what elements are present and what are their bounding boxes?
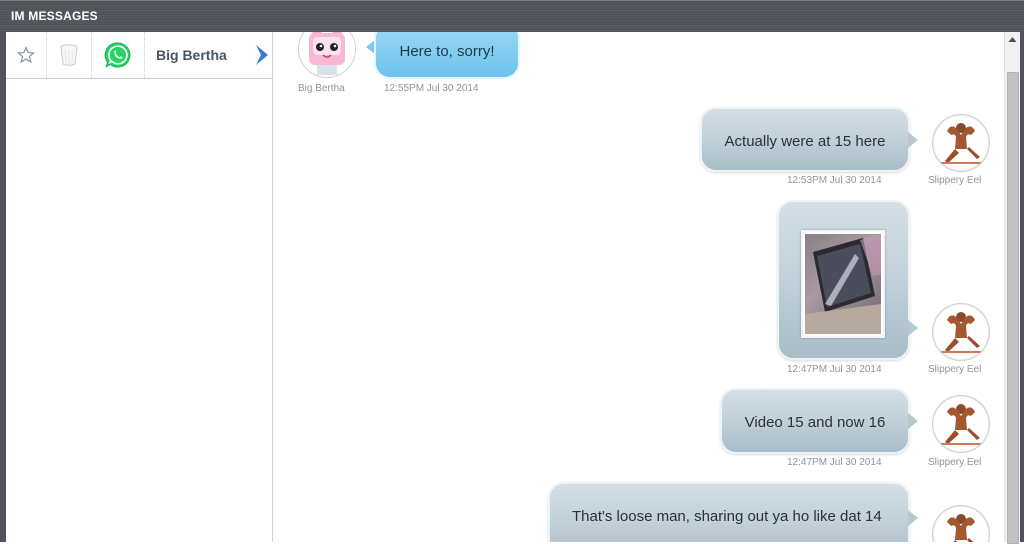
message-text: Actually were at 15 here <box>724 133 886 150</box>
message-text: Here to, sorry! <box>399 43 495 60</box>
message-bubble-outgoing[interactable]: That's loose man, sharing out ya ho like… <box>548 482 910 542</box>
message-timestamp: 12:55PM Jul 30 2014 <box>384 83 479 94</box>
chat-thread[interactable]: Big Bertha Here to, sorry! 12:55PM Jul 3… <box>273 32 1004 542</box>
contact-name[interactable]: Big Bertha <box>156 47 227 63</box>
bodybuilder-avatar-icon <box>947 514 975 542</box>
chat-scrollbar[interactable] <box>1004 32 1020 544</box>
message-timestamp: 12:53PM Jul 30 2014 <box>787 175 882 186</box>
message-bubble-outgoing[interactable]: Video 15 and now 16 <box>720 388 910 454</box>
unikitty-avatar-icon <box>299 32 355 77</box>
contact-sidebar: Big Bertha <box>6 32 273 542</box>
contact-row[interactable]: Big Bertha <box>6 32 272 79</box>
avatar-slippery-eel <box>932 505 990 542</box>
bodybuilder-avatar-icon <box>941 123 981 164</box>
window-title: IM MESSAGES <box>11 9 98 23</box>
message-sender: Slippery Eel <box>928 457 982 468</box>
bubble-tail <box>908 320 918 336</box>
star-icon[interactable] <box>17 46 35 64</box>
scroll-up-arrow-icon[interactable] <box>1005 32 1020 47</box>
bodybuilder-avatar-icon <box>941 404 981 445</box>
avatar-slippery-eel <box>932 303 990 361</box>
avatar-big-bertha <box>298 32 356 78</box>
delete-cell[interactable] <box>47 32 92 78</box>
chevron-right-icon[interactable] <box>252 44 270 66</box>
message-sender: Slippery Eel <box>928 175 982 186</box>
trash-icon[interactable] <box>59 43 79 67</box>
window-title-bar: IM MESSAGES <box>0 0 1024 32</box>
whatsapp-cell[interactable] <box>92 32 145 78</box>
message-sender: Slippery Eel <box>928 364 982 375</box>
message-text: That's loose man, sharing out ya ho like… <box>572 508 882 525</box>
message-timestamp: 12:47PM Jul 30 2014 <box>787 364 882 375</box>
phone-photo-image <box>805 234 881 334</box>
scrollbar-thumb[interactable] <box>1007 72 1019 544</box>
message-bubble-photo[interactable] <box>777 200 910 360</box>
avatar-slippery-eel <box>932 395 990 453</box>
message-sender: Big Bertha <box>298 83 345 94</box>
photo-attachment[interactable] <box>801 230 885 338</box>
avatar-slippery-eel <box>932 114 990 172</box>
favorite-cell[interactable] <box>6 32 47 78</box>
bodybuilder-avatar-icon <box>941 312 981 353</box>
message-timestamp: 12:47PM Jul 30 2014 <box>787 457 882 468</box>
bubble-tail <box>908 132 918 148</box>
bubble-tail <box>908 413 918 429</box>
photo-thumbnail <box>805 234 881 334</box>
bubble-tail <box>908 510 918 526</box>
message-bubble-incoming[interactable]: Here to, sorry! <box>374 32 520 79</box>
message-text: Video 15 and now 16 <box>744 414 886 431</box>
whatsapp-icon[interactable] <box>104 41 132 69</box>
message-bubble-outgoing[interactable]: Actually were at 15 here <box>700 107 910 172</box>
